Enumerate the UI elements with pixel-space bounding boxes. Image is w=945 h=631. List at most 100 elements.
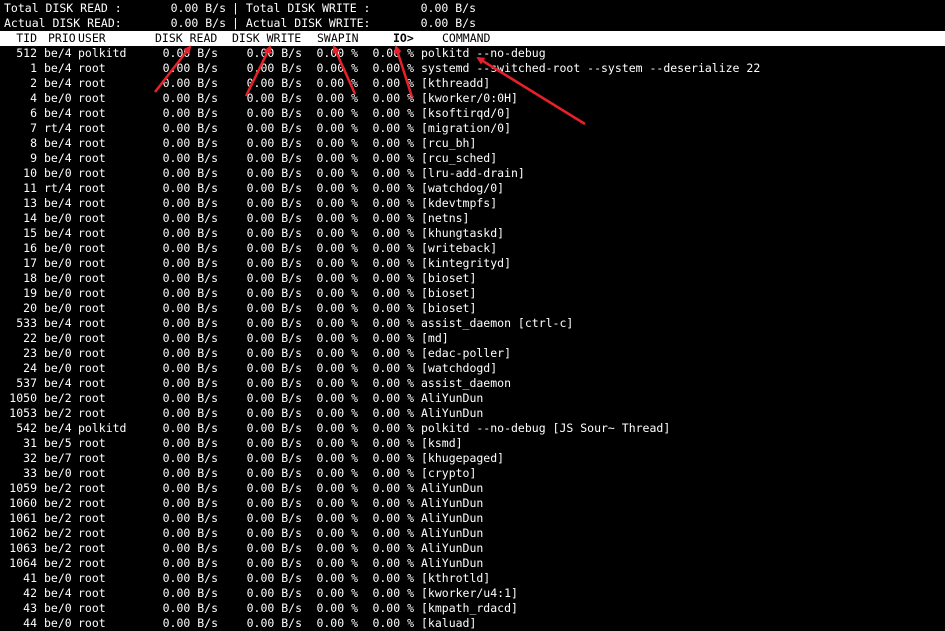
row-disk-write: 0.00 B/s	[246, 421, 302, 435]
process-row[interactable]: 19 be/0 root 0.00 B/s 0.00 B/s 0.00 % 0.00 % [b…	[0, 286, 945, 301]
total-write-label: | Total DISK WRITE :	[232, 1, 371, 15]
row-command: [kdevtmpfs]	[421, 196, 498, 210]
process-row[interactable]: 533 be/4 root 0.00 B/s 0.00 B/s 0.00 % 0.00 % a…	[0, 316, 945, 331]
row-tid: 533	[16, 316, 37, 330]
row-disk-read: 0.00 B/s	[162, 256, 218, 270]
process-row[interactable]: 17 be/0 root 0.00 B/s 0.00 B/s 0.00 % 0.00 % [k…	[0, 256, 945, 271]
row-swapin: 0.00 %	[316, 526, 358, 540]
process-row[interactable]: 1050 be/2 root 0.00 B/s 0.00 B/s 0.00 % 0.00 %…	[0, 391, 945, 406]
row-command: [netns]	[421, 211, 470, 225]
row-io: 0.00 %	[372, 376, 414, 390]
row-command: AliYunDun	[421, 541, 484, 555]
row-io: 0.00 %	[372, 271, 414, 285]
process-row[interactable]: 537 be/4 root 0.00 B/s 0.00 B/s 0.00 % 0.00 % a…	[0, 376, 945, 391]
column-prio[interactable]: PRIO	[48, 31, 76, 46]
process-row[interactable]: 1060 be/2 root 0.00 B/s 0.00 B/s 0.00 % 0.00 %…	[0, 496, 945, 511]
row-disk-read: 0.00 B/s	[162, 241, 218, 255]
row-user: root	[78, 391, 106, 405]
row-user: root	[78, 361, 106, 375]
row-tid: 14	[23, 211, 37, 225]
process-row[interactable]: 1 be/4 root 0.00 B/s 0.00 B/s 0.00 % 0.00 % sys…	[0, 61, 945, 76]
process-row[interactable]: 15 be/4 root 0.00 B/s 0.00 B/s 0.00 % 0.00 % [k…	[0, 226, 945, 241]
process-row[interactable]: 41 be/0 root 0.00 B/s 0.00 B/s 0.00 % 0.00 % [k…	[0, 571, 945, 586]
iotop-terminal: Total DISK READ : 0.00 B/s | Total DISK …	[0, 0, 945, 630]
row-tid: 32	[23, 451, 37, 465]
row-disk-write: 0.00 B/s	[246, 346, 302, 360]
column-io-sorted[interactable]: IO>	[393, 31, 414, 46]
process-row[interactable]: 6 be/4 root 0.00 B/s 0.00 B/s 0.00 % 0.00 % [ks…	[0, 106, 945, 121]
row-swapin: 0.00 %	[316, 211, 358, 225]
row-io: 0.00 %	[372, 91, 414, 105]
row-disk-write: 0.00 B/s	[246, 526, 302, 540]
row-disk-read: 0.00 B/s	[162, 331, 218, 345]
row-disk-read: 0.00 B/s	[162, 166, 218, 180]
process-row[interactable]: 14 be/0 root 0.00 B/s 0.00 B/s 0.00 % 0.00 % [n…	[0, 211, 945, 226]
column-disk-write[interactable]: DISK WRITE	[232, 31, 301, 46]
row-io: 0.00 %	[372, 526, 414, 540]
process-row[interactable]: 4 be/0 root 0.00 B/s 0.00 B/s 0.00 % 0.00 % [kw…	[0, 91, 945, 106]
process-row[interactable]: 542 be/4 polkitd 0.00 B/s 0.00 B/s 0.00 % 0.00…	[0, 421, 945, 436]
row-swapin: 0.00 %	[316, 496, 358, 510]
process-row[interactable]: 13 be/4 root 0.00 B/s 0.00 B/s 0.00 % 0.00 % [k…	[0, 196, 945, 211]
row-user: root	[78, 511, 106, 525]
row-disk-write: 0.00 B/s	[246, 211, 302, 225]
process-row[interactable]: 1063 be/2 root 0.00 B/s 0.00 B/s 0.00 % 0.00 %…	[0, 541, 945, 556]
process-row[interactable]: 2 be/4 root 0.00 B/s 0.00 B/s 0.00 % 0.00 % [kt…	[0, 76, 945, 91]
row-user: root	[78, 151, 106, 165]
column-tid[interactable]: TID	[0, 31, 37, 46]
row-user: root	[78, 331, 106, 345]
row-disk-read: 0.00 B/s	[162, 541, 218, 555]
process-row[interactable]: 1062 be/2 root 0.00 B/s 0.00 B/s 0.00 % 0.00 %…	[0, 526, 945, 541]
row-prio: be/0	[44, 286, 72, 300]
row-tid: 9	[30, 151, 37, 165]
row-disk-write: 0.00 B/s	[246, 181, 302, 195]
row-command: [bioset]	[421, 286, 477, 300]
process-row[interactable]: 1064 be/2 root 0.00 B/s 0.00 B/s 0.00 % 0.00 %…	[0, 556, 945, 571]
row-tid: 16	[23, 241, 37, 255]
row-tid: 537	[16, 376, 37, 390]
column-header-bar: TID PRIO USER DISK READ DISK WRITE SWAPI…	[0, 31, 945, 46]
process-row[interactable]: 23 be/0 root 0.00 B/s 0.00 B/s 0.00 % 0.00 % [e…	[0, 346, 945, 361]
process-row[interactable]: 42 be/4 root 0.00 B/s 0.00 B/s 0.00 % 0.00 % [k…	[0, 586, 945, 601]
process-row[interactable]: 20 be/0 root 0.00 B/s 0.00 B/s 0.00 % 0.00 % [b…	[0, 301, 945, 316]
process-row[interactable]: 18 be/0 root 0.00 B/s 0.00 B/s 0.00 % 0.00 % [b…	[0, 271, 945, 286]
process-row[interactable]: 9 be/4 root 0.00 B/s 0.00 B/s 0.00 % 0.00 % [rc…	[0, 151, 945, 166]
process-row[interactable]: 512 be/4 polkitd 0.00 B/s 0.00 B/s 0.00 % 0.00…	[0, 46, 945, 61]
row-io: 0.00 %	[372, 106, 414, 120]
process-row[interactable]: 11 rt/4 root 0.00 B/s 0.00 B/s 0.00 % 0.00 % [w…	[0, 181, 945, 196]
row-user: root	[78, 106, 106, 120]
row-swapin: 0.00 %	[316, 241, 358, 255]
row-disk-read: 0.00 B/s	[162, 271, 218, 285]
row-tid: 8	[30, 136, 37, 150]
row-user: root	[78, 346, 106, 360]
row-io: 0.00 %	[372, 166, 414, 180]
row-disk-write: 0.00 B/s	[246, 466, 302, 480]
process-row[interactable]: 7 rt/4 root 0.00 B/s 0.00 B/s 0.00 % 0.00 % [mi…	[0, 121, 945, 136]
process-row[interactable]: 31 be/5 root 0.00 B/s 0.00 B/s 0.00 % 0.00 % [k…	[0, 436, 945, 451]
process-row[interactable]: 1061 be/2 root 0.00 B/s 0.00 B/s 0.00 % 0.00 %…	[0, 511, 945, 526]
column-swapin[interactable]: SWAPIN	[317, 31, 359, 46]
process-row[interactable]: 24 be/0 root 0.00 B/s 0.00 B/s 0.00 % 0.00 % [w…	[0, 361, 945, 376]
process-row[interactable]: 32 be/7 root 0.00 B/s 0.00 B/s 0.00 % 0.00 % [k…	[0, 451, 945, 466]
process-row[interactable]: 22 be/0 root 0.00 B/s 0.00 B/s 0.00 % 0.00 % [m…	[0, 331, 945, 346]
row-user: root	[78, 541, 106, 555]
process-row[interactable]: 43 be/0 root 0.00 B/s 0.00 B/s 0.00 % 0.00 % [k…	[0, 601, 945, 616]
column-disk-read[interactable]: DISK READ	[155, 31, 217, 46]
process-row[interactable]: 16 be/0 root 0.00 B/s 0.00 B/s 0.00 % 0.00 % [w…	[0, 241, 945, 256]
process-row[interactable]: 1053 be/2 root 0.00 B/s 0.00 B/s 0.00 % 0.00 %…	[0, 406, 945, 421]
row-disk-write: 0.00 B/s	[246, 496, 302, 510]
row-prio: be/2	[44, 511, 72, 525]
row-prio: be/0	[44, 346, 72, 360]
process-row[interactable]: 1059 be/2 root 0.00 B/s 0.00 B/s 0.00 % 0.00 %…	[0, 481, 945, 496]
process-row[interactable]: 33 be/0 root 0.00 B/s 0.00 B/s 0.00 % 0.00 % [c…	[0, 466, 945, 481]
column-user[interactable]: USER	[78, 31, 106, 46]
process-row[interactable]: 10 be/0 root 0.00 B/s 0.00 B/s 0.00 % 0.00 % [l…	[0, 166, 945, 181]
row-user: root	[78, 556, 106, 570]
row-io: 0.00 %	[372, 586, 414, 600]
row-prio: be/4	[44, 421, 72, 435]
row-disk-read: 0.00 B/s	[162, 76, 218, 90]
actual-write-value: 0.00 B/s	[420, 16, 476, 30]
column-command[interactable]: COMMAND	[442, 31, 490, 46]
process-row[interactable]: 8 be/4 root 0.00 B/s 0.00 B/s 0.00 % 0.00 % [rc…	[0, 136, 945, 151]
row-tid: 1064	[9, 556, 37, 570]
